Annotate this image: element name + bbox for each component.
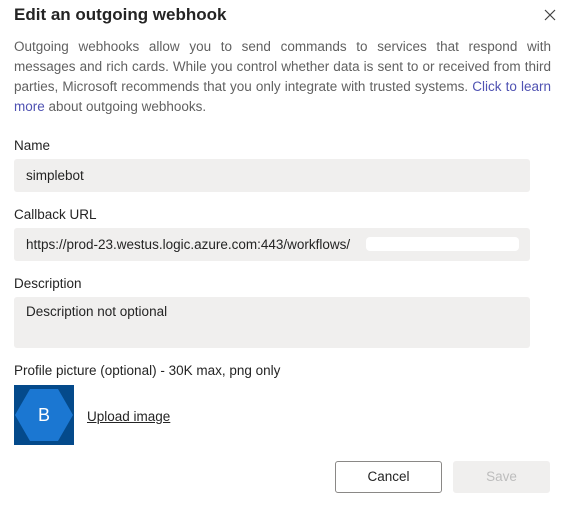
upload-image-link[interactable]: Upload image [87, 409, 170, 424]
description-label: Description [14, 276, 82, 291]
save-button[interactable]: Save [453, 461, 550, 493]
profile-picture-label: Profile picture (optional) - 30K max, pn… [14, 363, 281, 378]
name-label: Name [14, 138, 51, 153]
description-field[interactable]: Description not optional [14, 297, 530, 348]
avatar: B [14, 385, 74, 445]
intro-text-after-link: about outgoing webhooks. [44, 99, 207, 114]
cancel-button[interactable]: Cancel [335, 461, 442, 493]
edit-webhook-dialog: Edit an outgoing webhook Outgoing webhoo… [0, 0, 573, 506]
callback-url-label: Callback URL [14, 207, 97, 222]
intro-text-before-link: Outgoing webhooks allow you to send comm… [14, 39, 551, 94]
dialog-title: Edit an outgoing webhook [14, 5, 227, 24]
intro-text: Outgoing webhooks allow you to send comm… [14, 37, 551, 117]
avatar-letter: B [38, 405, 50, 425]
hexagon-avatar-icon: B [15, 389, 73, 441]
close-icon[interactable] [540, 5, 560, 25]
name-field[interactable]: simplebot [14, 159, 530, 192]
redacted-url-segment [366, 237, 519, 251]
